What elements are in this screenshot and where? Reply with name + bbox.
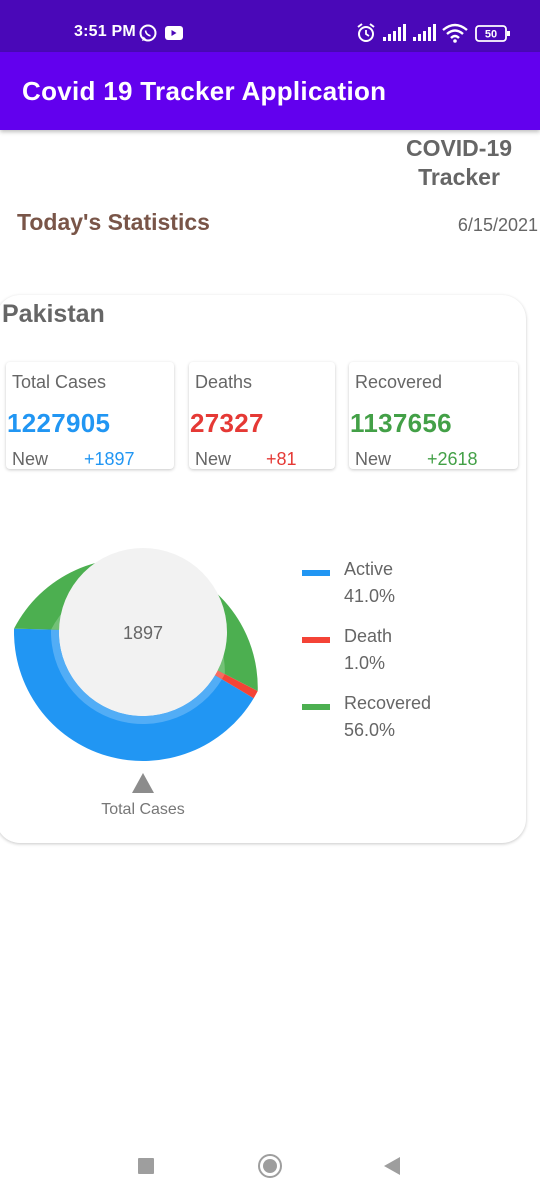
legend-swatch — [302, 637, 330, 643]
triangle-up-icon — [132, 773, 154, 793]
stat-new-label: New — [12, 449, 49, 469]
status-app-icons — [139, 24, 183, 42]
legend-percentage: 1.0% — [344, 653, 386, 673]
app-bar: Covid 19 Tracker Application — [0, 52, 540, 130]
stat-new-label: New — [195, 449, 232, 469]
recent-apps-icon[interactable] — [138, 1158, 154, 1174]
legend-item-recovered: Recovered 56.0% — [302, 692, 502, 759]
chart-center-label: 1897 — [123, 623, 163, 643]
legend-percentage: 56.0% — [344, 720, 396, 740]
legend-item-active: Active 41.0% — [302, 558, 502, 625]
stat-value: 27327 — [190, 408, 264, 438]
stat-new-label: New — [355, 449, 392, 469]
stat-new-value: +81 — [266, 449, 297, 469]
battery-level: 50 — [485, 29, 497, 41]
legend-label: Recovered — [344, 693, 432, 713]
stat-new-value: +1897 — [84, 449, 135, 469]
brand-title: COVID-19 Tracker — [380, 134, 538, 192]
status-time: 3:51 PM — [74, 23, 136, 40]
total-cases-card[interactable]: Total Cases 1227905 New +1897 — [6, 362, 174, 469]
wifi-icon — [442, 23, 468, 43]
legend-percentage: 41.0% — [344, 586, 396, 606]
recovered-card[interactable]: Recovered 1137656 New +2618 — [349, 362, 518, 469]
home-icon[interactable] — [258, 1154, 282, 1178]
case-distribution-chart[interactable]: 1897 — [0, 490, 290, 770]
stat-label: Deaths — [195, 372, 253, 392]
statistics-date: 6/15/2021 — [457, 215, 538, 235]
brand-title-line1: COVID-19 — [405, 135, 513, 161]
signal-icon — [413, 24, 436, 41]
navigation-bar — [138, 1154, 400, 1178]
chart-legend: Active 41.0% Death 1.0% Recovered 56.0% — [302, 558, 502, 759]
battery-icon: 50 — [475, 25, 510, 42]
section-title: Today's Statistics — [17, 209, 210, 235]
chart-caption: Total Cases — [101, 801, 185, 818]
signal-icon — [383, 24, 406, 41]
status-system-icons: 50 — [357, 23, 510, 43]
brand-title-line2: Tracker — [418, 164, 500, 190]
stat-new-value: +2618 — [427, 449, 478, 469]
country-name: Pakistan — [2, 300, 105, 328]
legend-label: Death — [344, 626, 393, 646]
status-bar: 3:51 PM 50 — [0, 0, 540, 52]
stat-value: 1227905 — [7, 408, 111, 438]
legend-item-death: Death 1.0% — [302, 625, 502, 692]
legend-swatch — [302, 704, 330, 710]
back-icon[interactable] — [384, 1157, 400, 1175]
stat-label: Total Cases — [12, 372, 107, 392]
legend-swatch — [302, 570, 330, 576]
youtube-icon — [165, 26, 183, 40]
alarm-icon — [357, 23, 375, 42]
whatsapp-icon — [139, 24, 157, 42]
app-title: Covid 19 Tracker Application — [22, 76, 387, 106]
stat-label: Recovered — [355, 372, 443, 392]
legend-label: Active — [344, 559, 394, 579]
stat-value: 1137656 — [350, 408, 452, 438]
deaths-card[interactable]: Deaths 27327 New +81 — [189, 362, 335, 469]
